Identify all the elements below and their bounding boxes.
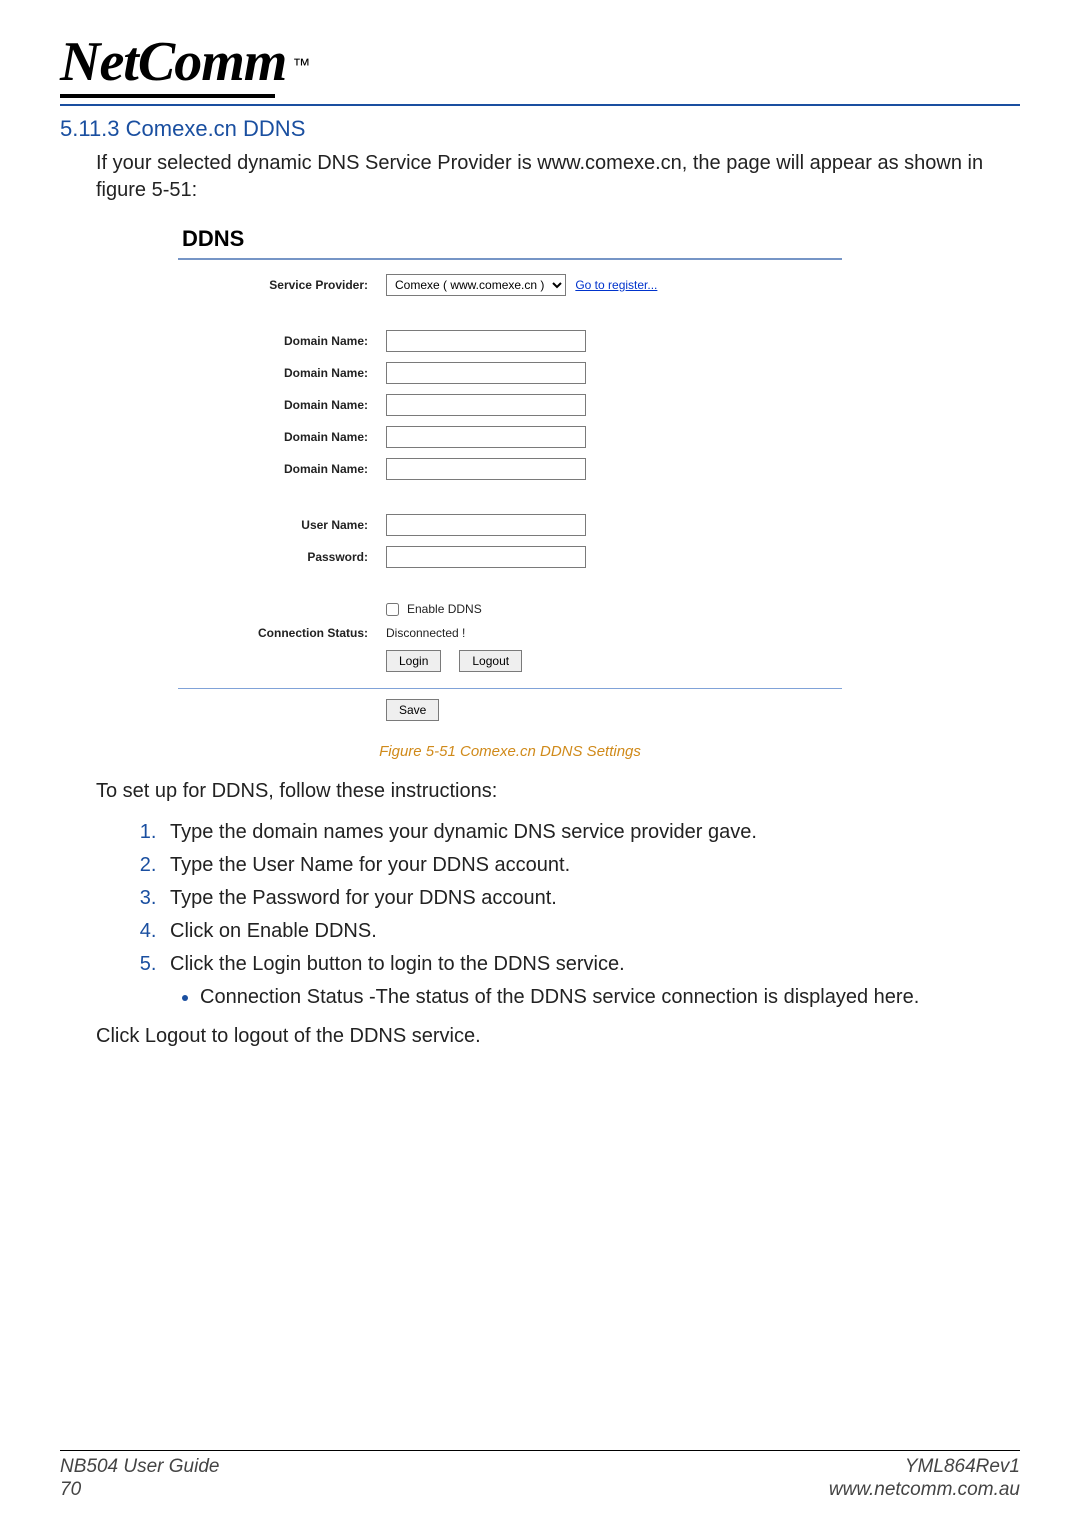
domain-name-input-5[interactable] — [386, 458, 586, 480]
page-footer: NB504 User Guide 70 YML864Rev1 www.netco… — [60, 1450, 1020, 1503]
logo-underline — [60, 94, 275, 98]
domain-name-input-3[interactable] — [386, 394, 586, 416]
panel-title: DDNS — [182, 226, 842, 252]
footer-rule — [60, 1450, 1020, 1451]
login-button[interactable]: Login — [386, 650, 441, 672]
domain-name-input-2[interactable] — [386, 362, 586, 384]
footer-guide-title: NB504 User Guide — [60, 1455, 219, 1479]
domain-name-input-1[interactable] — [386, 330, 586, 352]
step-5-text: Click the Login button to login to the D… — [170, 953, 625, 975]
footer-doc-rev: YML864Rev1 — [829, 1455, 1020, 1479]
panel-top-rule — [178, 258, 842, 260]
step-5: Click the Login button to login to the D… — [162, 949, 1020, 1013]
spacer — [178, 306, 842, 320]
domain-name-label-5: Domain Name: — [178, 462, 368, 476]
ddns-panel: DDNS Service Provider: Comexe ( www.come… — [170, 218, 850, 735]
password-label: Password: — [178, 550, 368, 564]
step-5-sub-bullet: Connection Status -The status of the DDN… — [200, 982, 1020, 1013]
brand-logo: NetComm ™ — [60, 30, 1020, 94]
instructions-list: Type the domain names your dynamic DNS s… — [136, 817, 1020, 1013]
save-button[interactable]: Save — [386, 699, 439, 721]
user-name-input[interactable] — [386, 514, 586, 536]
panel-bottom-rule — [178, 688, 842, 689]
go-to-register-link[interactable]: Go to register... — [575, 278, 657, 292]
section-heading: 5.11.3 Comexe.cn DDNS — [60, 116, 1020, 142]
instructions-outro: Click Logout to logout of the DDNS servi… — [96, 1023, 1020, 1050]
spacer — [178, 578, 842, 592]
domain-name-label-4: Domain Name: — [178, 430, 368, 444]
domain-name-label-3: Domain Name: — [178, 398, 368, 412]
service-provider-select[interactable]: Comexe ( www.comexe.cn ) — [386, 274, 566, 296]
spacer — [178, 490, 842, 504]
figure-caption: Figure 5-51 Comexe.cn DDNS Settings — [170, 743, 850, 760]
password-input[interactable] — [386, 546, 586, 568]
connection-status-label: Connection Status: — [178, 626, 368, 640]
domain-name-label-2: Domain Name: — [178, 366, 368, 380]
footer-url: www.netcomm.com.au — [829, 1478, 1020, 1502]
trademark-symbol: ™ — [292, 55, 310, 76]
footer-page-number: 70 — [60, 1478, 219, 1502]
user-name-label: User Name: — [178, 518, 368, 532]
instructions-lead: To set up for DDNS, follow these instruc… — [96, 778, 1020, 805]
brand-wordmark: NetComm — [60, 30, 286, 94]
domain-name-input-4[interactable] — [386, 426, 586, 448]
service-provider-cell: Comexe ( www.comexe.cn ) Go to register.… — [386, 274, 842, 296]
enable-ddns-checkbox[interactable] — [386, 603, 399, 616]
logout-button[interactable]: Logout — [459, 650, 522, 672]
service-provider-label: Service Provider: — [178, 278, 368, 292]
step-4: Click on Enable DDNS. — [162, 916, 1020, 947]
enable-ddns-label: Enable DDNS — [407, 602, 482, 616]
step-1: Type the domain names your dynamic DNS s… — [162, 817, 1020, 848]
header-rule — [60, 104, 1020, 106]
section-intro: If your selected dynamic DNS Service Pro… — [96, 150, 1020, 204]
step-3: Type the Password for your DDNS account. — [162, 883, 1020, 914]
domain-name-label-1: Domain Name: — [178, 334, 368, 348]
connection-status-value: Disconnected ! — [386, 626, 842, 640]
step-2: Type the User Name for your DDNS account… — [162, 850, 1020, 881]
